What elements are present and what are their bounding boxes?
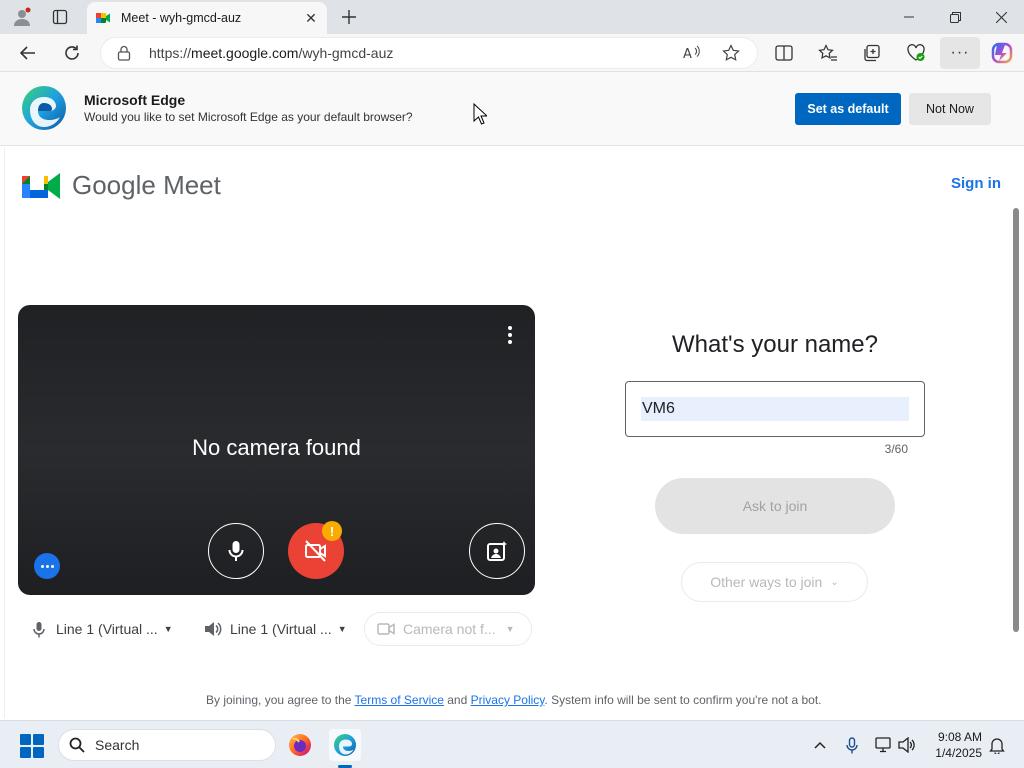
video-preview: No camera found ! [18,305,535,595]
speaker-select[interactable]: Line 1 (Virtual ... ▼ [202,612,347,646]
camera-off-icon [305,540,326,562]
prompt-title: Microsoft Edge [84,92,186,108]
camera-warning-badge: ! [322,521,342,541]
page-scrollbar[interactable] [1013,208,1019,632]
microphone-toggle-button[interactable] [208,523,264,579]
settings-more-button[interactable]: ··· [940,37,980,69]
volume-icon[interactable] [895,733,919,757]
refresh-icon[interactable] [60,41,84,65]
show-hidden-icons-chevron-icon[interactable] [808,733,832,757]
footer-prefix: By joining, you agree to the [206,693,355,707]
other-ways-label: Other ways to join [710,574,823,590]
chevron-down-icon: ▼ [505,624,515,634]
name-input-value: VM6 [641,397,909,421]
microphone-icon [28,621,50,638]
visual-effects-button[interactable] [469,523,525,579]
tab-meet[interactable]: Meet - wyh-gmcd-auz ✕ [87,2,327,34]
google-meet-brand: Google Meet [72,170,221,200]
terms-of-service-link[interactable]: Terms of Service [355,693,444,707]
chevron-down-icon: ⌄ [830,576,839,588]
clock-time: 9:08 AM [937,730,982,744]
close-window-icon[interactable] [978,0,1024,34]
url-text: https://meet.google.com/wyh-gmcd-auz [149,45,394,61]
microphone-tray-icon[interactable] [840,733,864,757]
character-counter: 3/60 [884,442,908,456]
favorites-icon[interactable] [816,41,840,65]
speaker-device-label: Line 1 (Virtual ... [230,621,332,637]
profile-icon[interactable] [10,6,34,28]
windows-start-icon[interactable] [20,734,44,758]
browser-essentials-icon[interactable] [904,41,928,65]
sign-in-link[interactable]: Sign in [951,175,1001,192]
name-question: What's your name? [671,331,878,358]
copilot-icon[interactable] [990,41,1014,65]
meet-favicon-icon [96,13,110,23]
address-toolbar: https://meet.google.com/wyh-gmcd-auz A ·… [0,34,1024,72]
clock-date: 1/4/2025 [935,746,982,760]
minimize-icon[interactable] [886,0,932,34]
chevron-down-icon: ▼ [337,624,347,634]
tab-actions-icon[interactable] [48,6,72,28]
collections-icon[interactable] [860,41,884,65]
back-icon[interactable] [16,41,40,65]
edge-taskbar-icon[interactable] [329,729,361,761]
set-as-default-button[interactable]: Set as default [795,93,901,125]
microphone-icon [228,541,244,561]
overflow-dots-icon[interactable] [34,553,60,579]
network-icon[interactable] [871,733,895,757]
site-info-icon[interactable] [117,45,135,61]
close-tab-icon[interactable]: ✕ [299,6,323,30]
privacy-policy-link[interactable]: Privacy Policy [471,693,545,707]
default-browser-prompt: Microsoft Edge Would you like to set Mic… [0,72,1024,146]
search-label: Search [95,737,140,753]
google-meet-logo-icon [22,173,60,199]
edge-logo-icon [22,86,66,130]
no-camera-message: No camera found [192,435,361,460]
microphone-select[interactable]: Line 1 (Virtual ... ▼ [28,612,173,646]
url-bar[interactable]: https://meet.google.com/wyh-gmcd-auz [100,37,758,69]
favorite-star-icon[interactable] [719,41,743,65]
notifications-bell-icon[interactable] [985,733,1009,757]
ask-to-join-button[interactable]: Ask to join [655,478,895,534]
name-input[interactable]: VM6 [625,381,925,437]
new-tab-icon[interactable] [338,6,360,28]
firefox-taskbar-icon[interactable] [284,729,316,761]
footer-and: and [443,693,471,707]
read-aloud-icon[interactable]: A [680,41,704,65]
more-options-icon[interactable] [502,323,518,347]
split-screen-icon[interactable] [772,41,796,65]
restore-icon[interactable] [932,0,978,34]
tab-title: Meet - wyh-gmcd-auz [121,11,242,25]
prompt-subtitle: Would you like to set Microsoft Edge as … [84,110,413,124]
speaker-icon [202,621,224,637]
windows-taskbar: Search 9:08 AM 1/4/2025 [0,720,1024,768]
camera-device-label: Camera not f... [403,621,496,637]
chevron-down-icon: ▼ [163,624,173,634]
browser-tab-bar: Meet - wyh-gmcd-auz ✕ [0,0,1024,34]
mouse-cursor-icon [473,103,487,125]
camera-icon [375,622,397,636]
other-ways-to-join-button[interactable]: Other ways to join ⌄ [681,562,868,602]
svg-text:A: A [683,47,692,61]
taskbar-search[interactable]: Search [58,729,276,761]
system-clock[interactable]: 9:08 AM 1/4/2025 [920,729,982,761]
search-icon [69,737,85,753]
not-now-button[interactable]: Not Now [909,93,991,125]
microphone-device-label: Line 1 (Virtual ... [56,621,158,637]
footer-suffix: . System info will be sent to confirm yo… [544,693,822,707]
camera-select[interactable]: Camera not f... ▼ [364,612,532,646]
visual-effects-icon [487,541,507,561]
